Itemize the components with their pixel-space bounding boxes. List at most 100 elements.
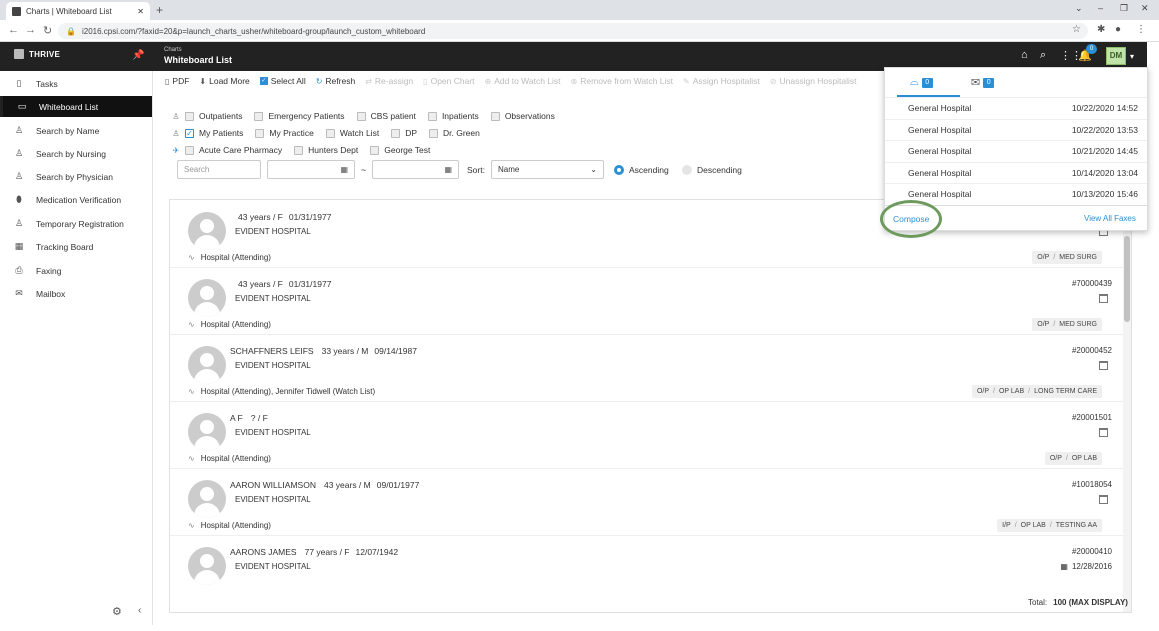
filter-cbs[interactable]: CBS patient <box>356 111 416 121</box>
sidebar-item-temporary-registration[interactable]: ♙ Temporary Registration <box>0 213 152 234</box>
sidebar-item-search-by-name[interactable]: ♙ Search by Name <box>0 120 152 141</box>
filter-watch-list[interactable]: Watch List <box>325 128 379 138</box>
checkbox[interactable] <box>427 111 437 121</box>
filter-dr-green[interactable]: Dr. Green <box>429 128 480 138</box>
checkbox[interactable] <box>356 111 366 121</box>
close-window-icon[interactable]: ✕ <box>1141 3 1149 14</box>
appointment-date[interactable]: ▦ 12/28/2016 <box>1060 562 1112 571</box>
fax-row[interactable]: General Hospital 10/22/2020 13:53 <box>885 119 1147 140</box>
checkbox-checked[interactable]: ✓ <box>185 128 194 138</box>
start-date-input[interactable]: ▦ <box>267 160 355 179</box>
list-item[interactable]: SCHAFFNERS LEIFS 33 years / M 09/14/1987 E… <box>170 334 1120 401</box>
filter-outpatients[interactable]: Outpatients <box>185 111 242 121</box>
checkbox[interactable] <box>185 145 194 155</box>
fax-row[interactable]: General Hospital 10/14/2020 13:04 <box>885 162 1147 183</box>
load-more-button[interactable]: ⬇ Load More <box>199 76 249 86</box>
close-tab-icon[interactable]: ✕ <box>137 7 144 16</box>
back-icon[interactable]: ← <box>8 24 19 36</box>
browser-menu-icon[interactable]: ⋮ <box>1136 24 1146 35</box>
add-watch-list-button[interactable]: ⊕ Add to Watch List <box>485 76 561 86</box>
checkbox[interactable] <box>325 128 335 138</box>
calendar-icon[interactable]: ▦ <box>340 165 348 174</box>
gear-icon[interactable]: ⚙ <box>112 605 122 618</box>
avatar <box>188 346 226 384</box>
filter-observations[interactable]: Observations <box>490 111 555 121</box>
checkbox[interactable] <box>391 128 401 138</box>
descending-radio[interactable]: Descending <box>682 165 742 175</box>
sidebar-item-medication-verification[interactable]: ⬮ Medication Verification <box>0 189 152 210</box>
sidebar-item-faxing[interactable]: ⎙ Faxing <box>0 260 152 281</box>
open-chart-button[interactable]: ▯ Open Chart <box>423 76 474 86</box>
reassign-button[interactable]: ⇄ Re-assign <box>365 76 413 86</box>
sidebar-item-search-by-nursing[interactable]: ♙ Search by Nursing <box>0 143 152 164</box>
chevron-down-icon[interactable]: ⌄ <box>1075 3 1083 14</box>
remove-watch-list-button[interactable]: ⊗ Remove from Watch List <box>571 76 673 86</box>
filter-acute-care-pharmacy[interactable]: Acute Care Pharmacy <box>185 145 282 155</box>
checkbox[interactable] <box>429 128 438 138</box>
list-item[interactable]: 43 years / F 01/31/1977 EVIDENT HOSPITAL … <box>170 267 1120 334</box>
filter-hunters-dept[interactable]: Hunters Dept <box>294 145 358 155</box>
pin-icon[interactable]: 📌 <box>132 50 144 61</box>
search-input[interactable]: Search <box>177 160 261 179</box>
brand-logo[interactable]: THRIVE <box>14 49 60 59</box>
list-item[interactable]: AARONS JAMES 77 years / F 12/07/1942 EVIDE… <box>170 535 1120 602</box>
browser-tab[interactable]: Charts | Whiteboard List ✕ <box>6 2 150 20</box>
tab-inbox[interactable]: ⌓ 0 <box>910 76 933 89</box>
sidebar-item-tracking-board[interactable]: ▦ Tracking Board <box>0 236 152 257</box>
ascending-radio[interactable]: Ascending <box>614 165 669 175</box>
checkbox[interactable] <box>185 111 194 121</box>
minimize-icon[interactable]: – <box>1098 3 1103 13</box>
fax-row[interactable]: General Hospital 10/21/2020 14:45 <box>885 140 1147 161</box>
checkbox[interactable] <box>370 145 380 155</box>
avatar[interactable]: DM <box>1106 47 1126 65</box>
extensions-icon[interactable]: ✱ <box>1097 24 1105 35</box>
profile-icon[interactable]: ● <box>1115 24 1121 35</box>
forward-icon[interactable]: → <box>25 24 36 36</box>
filter-george-test[interactable]: George Test <box>370 145 430 155</box>
view-all-faxes-link[interactable]: View All Faxes <box>1084 214 1136 223</box>
address-bar[interactable]: 🔒 i2016.cpsi.com/?faxid=20&p=launch_char… <box>58 23 1088 39</box>
tab-mail[interactable]: ✉ 0 <box>971 76 995 89</box>
fax-row[interactable]: General Hospital 10/22/2020 14:52 <box>885 97 1147 118</box>
filter-my-practice[interactable]: My Practice <box>255 128 314 138</box>
collapse-sidebar-icon[interactable]: ‹ <box>138 605 141 616</box>
restore-icon[interactable]: ❐ <box>1120 3 1128 14</box>
pdf-button[interactable]: ▯ PDF <box>165 76 189 86</box>
refresh-button[interactable]: ↻ Refresh <box>316 76 355 86</box>
unassign-hospitalist-button[interactable]: ⊘ Unassign Hospitalist <box>770 76 857 86</box>
search-icon[interactable]: ⌕ <box>1040 49 1046 62</box>
select-all-button[interactable]: ✓ Select All <box>259 76 306 86</box>
end-date-input[interactable]: ▦ <box>372 160 459 179</box>
home-icon[interactable]: ⌂ <box>1021 49 1028 61</box>
checkbox[interactable] <box>254 111 264 121</box>
list-item[interactable]: A F ? / F EVIDENT HOSPITAL #20001501 ∿ Hos… <box>170 401 1120 468</box>
calendar-icon[interactable] <box>1099 361 1108 370</box>
radio[interactable] <box>682 165 692 175</box>
sidebar-item-tasks[interactable]: ▯ Tasks <box>0 73 152 94</box>
new-tab-icon[interactable]: + <box>156 3 163 17</box>
calendar-icon[interactable]: ▦ <box>1060 562 1068 571</box>
star-icon[interactable]: ☆ <box>1072 24 1081 35</box>
assign-hospitalist-button[interactable]: ✎ Assign Hospitalist <box>683 76 760 86</box>
calendar-icon[interactable] <box>1099 495 1108 504</box>
filter-my-patients[interactable]: ✓ My Patients <box>185 128 243 138</box>
filter-dp[interactable]: DP <box>391 128 417 138</box>
radio-selected[interactable] <box>614 165 624 175</box>
caret-down-icon[interactable]: ▾ <box>1130 52 1134 61</box>
sidebar-item-search-by-physician[interactable]: ♙ Search by Physician <box>0 166 152 187</box>
filter-inpatients[interactable]: Inpatients <box>427 111 479 121</box>
checkbox[interactable] <box>490 111 500 121</box>
calendar-icon[interactable] <box>1099 428 1108 437</box>
scrollbar-thumb[interactable] <box>1124 236 1130 322</box>
filter-emergency[interactable]: Emergency Patients <box>254 111 345 121</box>
calendar-icon[interactable]: ▦ <box>444 165 452 174</box>
reload-icon[interactable]: ↻ <box>43 24 52 37</box>
filter-label: Hunters Dept <box>308 145 359 155</box>
sort-select[interactable]: Name ⌄ <box>491 160 604 179</box>
sidebar-item-mailbox[interactable]: ✉ Mailbox <box>0 283 152 304</box>
list-item[interactable]: AARON WILLIAMSON 43 years / M 09/01/1977 E… <box>170 468 1120 535</box>
checkbox[interactable] <box>294 145 304 155</box>
checkbox[interactable] <box>255 128 265 138</box>
calendar-icon[interactable] <box>1099 294 1108 303</box>
sidebar-item-whiteboard-list[interactable]: ▭ Whiteboard List <box>0 96 152 117</box>
